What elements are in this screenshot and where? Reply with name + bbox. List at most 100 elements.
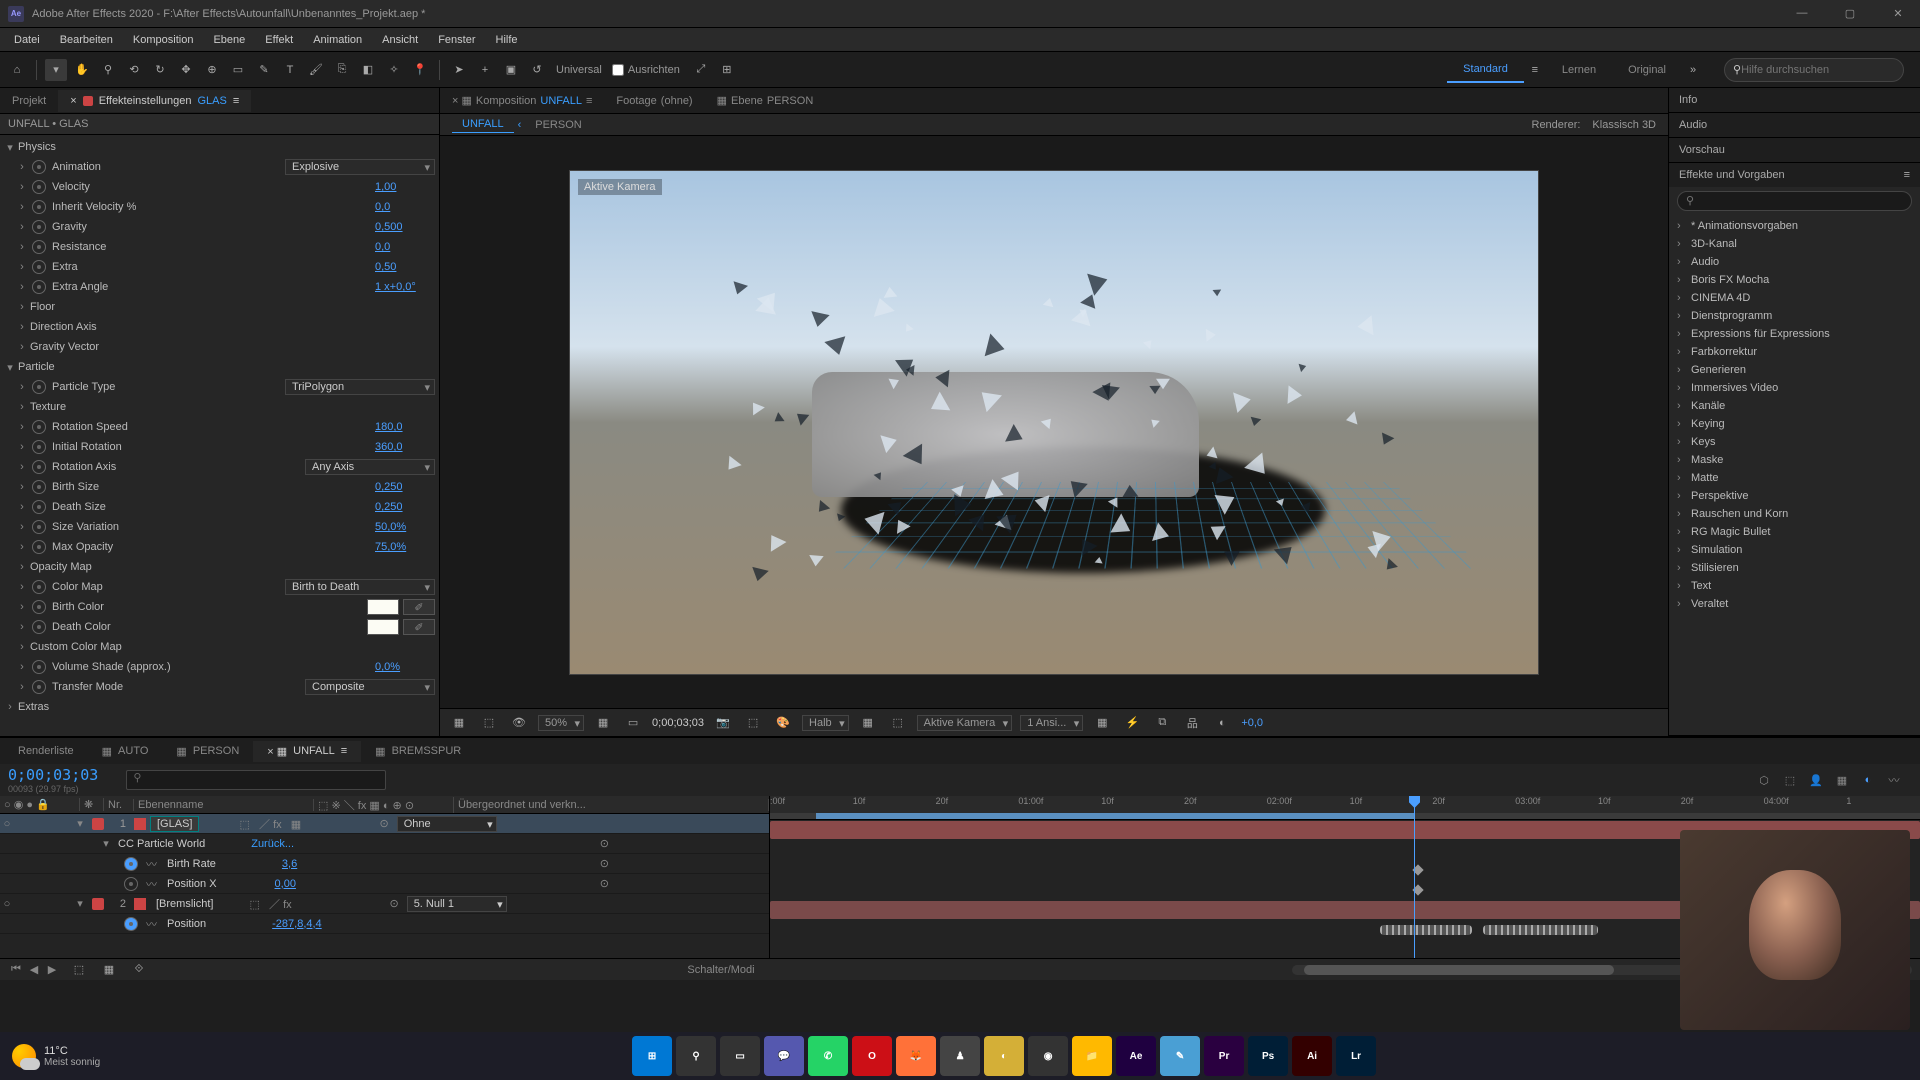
menu-effekt[interactable]: Effekt <box>255 31 303 49</box>
effects-category[interactable]: CINEMA 4D <box>1669 289 1920 307</box>
group-texture[interactable]: Texture <box>28 401 66 413</box>
minimize-button[interactable]: — <box>1788 7 1816 20</box>
effects-category[interactable]: Stilisieren <box>1669 559 1920 577</box>
menu-hilfe[interactable]: Hilfe <box>486 31 528 49</box>
prev-frame-button[interactable]: ◀ <box>26 962 42 978</box>
effects-category[interactable]: * Animationsvorgaben <box>1669 217 1920 235</box>
group-particle[interactable]: Particle <box>16 361 55 373</box>
ausrichten-checkbox[interactable]: Ausrichten <box>606 64 686 76</box>
anchor-tool[interactable]: ⊕ <box>201 59 223 81</box>
taskbar-app-whatsapp[interactable]: ✆ <box>808 1036 848 1076</box>
toggle-modes-icon[interactable]: ▦ <box>98 959 120 981</box>
renderer-value[interactable]: Klassisch 3D <box>1592 119 1656 131</box>
expand-icon[interactable]: ▾ <box>74 817 86 830</box>
roto-tool[interactable]: ✧ <box>383 59 405 81</box>
effect-properties-list[interactable]: ▾Physics ›AnimationExplosive ›Velocity1,… <box>0 135 439 736</box>
cursor-tool[interactable]: ➤ <box>448 59 470 81</box>
taskbar-app-app3[interactable]: ✎ <box>1160 1036 1200 1076</box>
prop-birth-rate-row[interactable]: 〰 Birth Rate 3,6 ⊙ <box>0 854 769 874</box>
move-tool[interactable]: ✥ <box>175 59 197 81</box>
keyframe-strip[interactable] <box>1380 925 1472 935</box>
dropdown-transfer-mode[interactable]: Composite <box>305 679 435 695</box>
effect-name[interactable]: CC Particle World <box>112 837 211 851</box>
tab-footage[interactable]: Footage (ohne) <box>608 92 700 110</box>
value-size-variation[interactable]: 50,0% <box>375 521 435 533</box>
stopwatch-icon[interactable] <box>32 200 46 214</box>
dropdown-animation[interactable]: Explosive <box>285 159 435 175</box>
group-custom-color-map[interactable]: Custom Color Map <box>28 641 122 653</box>
motion-blur-icon[interactable]: ◐ <box>1858 770 1878 790</box>
taskbar-app-app1[interactable]: ♟ <box>940 1036 980 1076</box>
value-birth-size[interactable]: 0,250 <box>375 481 435 493</box>
timeline-search[interactable]: ⚲ <box>126 770 386 790</box>
expand-icon[interactable]: ▾ <box>74 897 86 910</box>
taskbar-app-search[interactable]: ⚲ <box>676 1036 716 1076</box>
taskbar-app-opera[interactable]: O <box>852 1036 892 1076</box>
weather-widget[interactable]: 11°C Meist sonnig <box>12 1044 100 1068</box>
stopwatch-icon[interactable] <box>32 660 46 674</box>
stopwatch-icon[interactable] <box>32 620 46 634</box>
home-tool[interactable]: ⌂ <box>6 59 28 81</box>
value-max-opacity[interactable]: 75,0% <box>375 541 435 553</box>
frame-blend-icon[interactable]: ▦ <box>1832 770 1852 790</box>
swatch-birth-color[interactable] <box>367 599 399 615</box>
value-gravity[interactable]: 0,500 <box>375 221 435 233</box>
expand-icon[interactable]: ▾ <box>4 361 16 374</box>
channel-icon[interactable]: ⬚ <box>478 712 500 734</box>
brush-tool[interactable]: 🖌 <box>305 59 327 81</box>
effects-category[interactable]: Kanäle <box>1669 397 1920 415</box>
keyframe-strip[interactable] <box>1483 925 1598 935</box>
orbit-tool[interactable]: ⟲ <box>123 59 145 81</box>
group-gravity-vector[interactable]: Gravity Vector <box>28 341 99 353</box>
menu-datei[interactable]: Datei <box>4 31 50 49</box>
taskbar-app-teams[interactable]: 💬 <box>764 1036 804 1076</box>
schalter-modi-toggle[interactable]: Schalter/Modi <box>687 964 754 976</box>
exposure-reset-icon[interactable]: ◐ <box>1211 712 1233 734</box>
value-volume-shade[interactable]: 0,0% <box>375 661 435 673</box>
dropdown-particle-type[interactable]: TriPolygon <box>285 379 435 395</box>
layer-switches[interactable]: ⬚ ／ fx ▦ <box>239 816 359 832</box>
guide-icon[interactable]: ▭ <box>622 712 644 734</box>
workspace-menu-icon[interactable]: ≡ <box>1524 59 1546 81</box>
expand-icon[interactable]: › <box>4 701 16 713</box>
current-timecode[interactable]: 0;00;03;03 <box>8 766 98 784</box>
workspace-standard[interactable]: Standard <box>1447 57 1524 83</box>
menu-bearbeiten[interactable]: Bearbeiten <box>50 31 123 49</box>
grid-icon[interactable]: ▦ <box>592 712 614 734</box>
layer-color-icon[interactable] <box>92 818 104 830</box>
snapshot-icon[interactable]: 📷 <box>712 712 734 734</box>
effects-category[interactable]: Simulation <box>1669 541 1920 559</box>
tab-effect-settings[interactable]: × Effekteinstellungen GLAS ≡ <box>58 90 251 112</box>
stopwatch-icon[interactable] <box>32 240 46 254</box>
zoom-dropdown[interactable]: 50% <box>538 715 584 731</box>
expand-icon[interactable]: ▾ <box>4 141 16 154</box>
stopwatch-icon[interactable] <box>32 440 46 454</box>
comp-flowchart-icon[interactable]: ⬡ <box>1754 770 1774 790</box>
stopwatch-icon[interactable] <box>32 500 46 514</box>
dropdown-rotation-axis[interactable]: Any Axis <box>305 459 435 475</box>
taskbar-app-app2[interactable]: ◐ <box>984 1036 1024 1076</box>
close-button[interactable]: ✕ <box>1884 7 1912 20</box>
stopwatch-icon[interactable] <box>32 680 46 694</box>
effects-category[interactable]: Keying <box>1669 415 1920 433</box>
effects-category[interactable]: Dienstprogramm <box>1669 307 1920 325</box>
graph-editor-icon[interactable]: 〰 <box>1884 770 1904 790</box>
pen-tool[interactable]: ✎ <box>253 59 275 81</box>
footer-timecode[interactable]: 0;00;03;03 <box>652 717 704 729</box>
exposure-value[interactable]: +0,0 <box>1241 717 1263 729</box>
effects-search-input[interactable] <box>1686 195 1903 207</box>
expand-icon[interactable]: ▾ <box>100 837 112 850</box>
stopwatch-icon[interactable] <box>32 160 46 174</box>
color-mgmt-icon[interactable]: 🎨 <box>772 712 794 734</box>
menu-fenster[interactable]: Fenster <box>428 31 485 49</box>
prop-value[interactable]: -287,8,4,4 <box>272 918 332 930</box>
taskbar-app-ps[interactable]: Ps <box>1248 1036 1288 1076</box>
snap-grid-tool[interactable]: ⊞ <box>716 59 738 81</box>
shy-icon[interactable]: 👤 <box>1806 770 1826 790</box>
effects-category[interactable]: Verzerrung <box>1669 613 1920 615</box>
menu-ansicht[interactable]: Ansicht <box>372 31 428 49</box>
tab-unfall[interactable]: × ▦ UNFALL ≡ <box>253 741 361 762</box>
draft-3d-icon[interactable]: ⬚ <box>1780 770 1800 790</box>
effects-category[interactable]: Expressions für Expressions <box>1669 325 1920 343</box>
expand-icon[interactable]: › <box>16 401 28 413</box>
